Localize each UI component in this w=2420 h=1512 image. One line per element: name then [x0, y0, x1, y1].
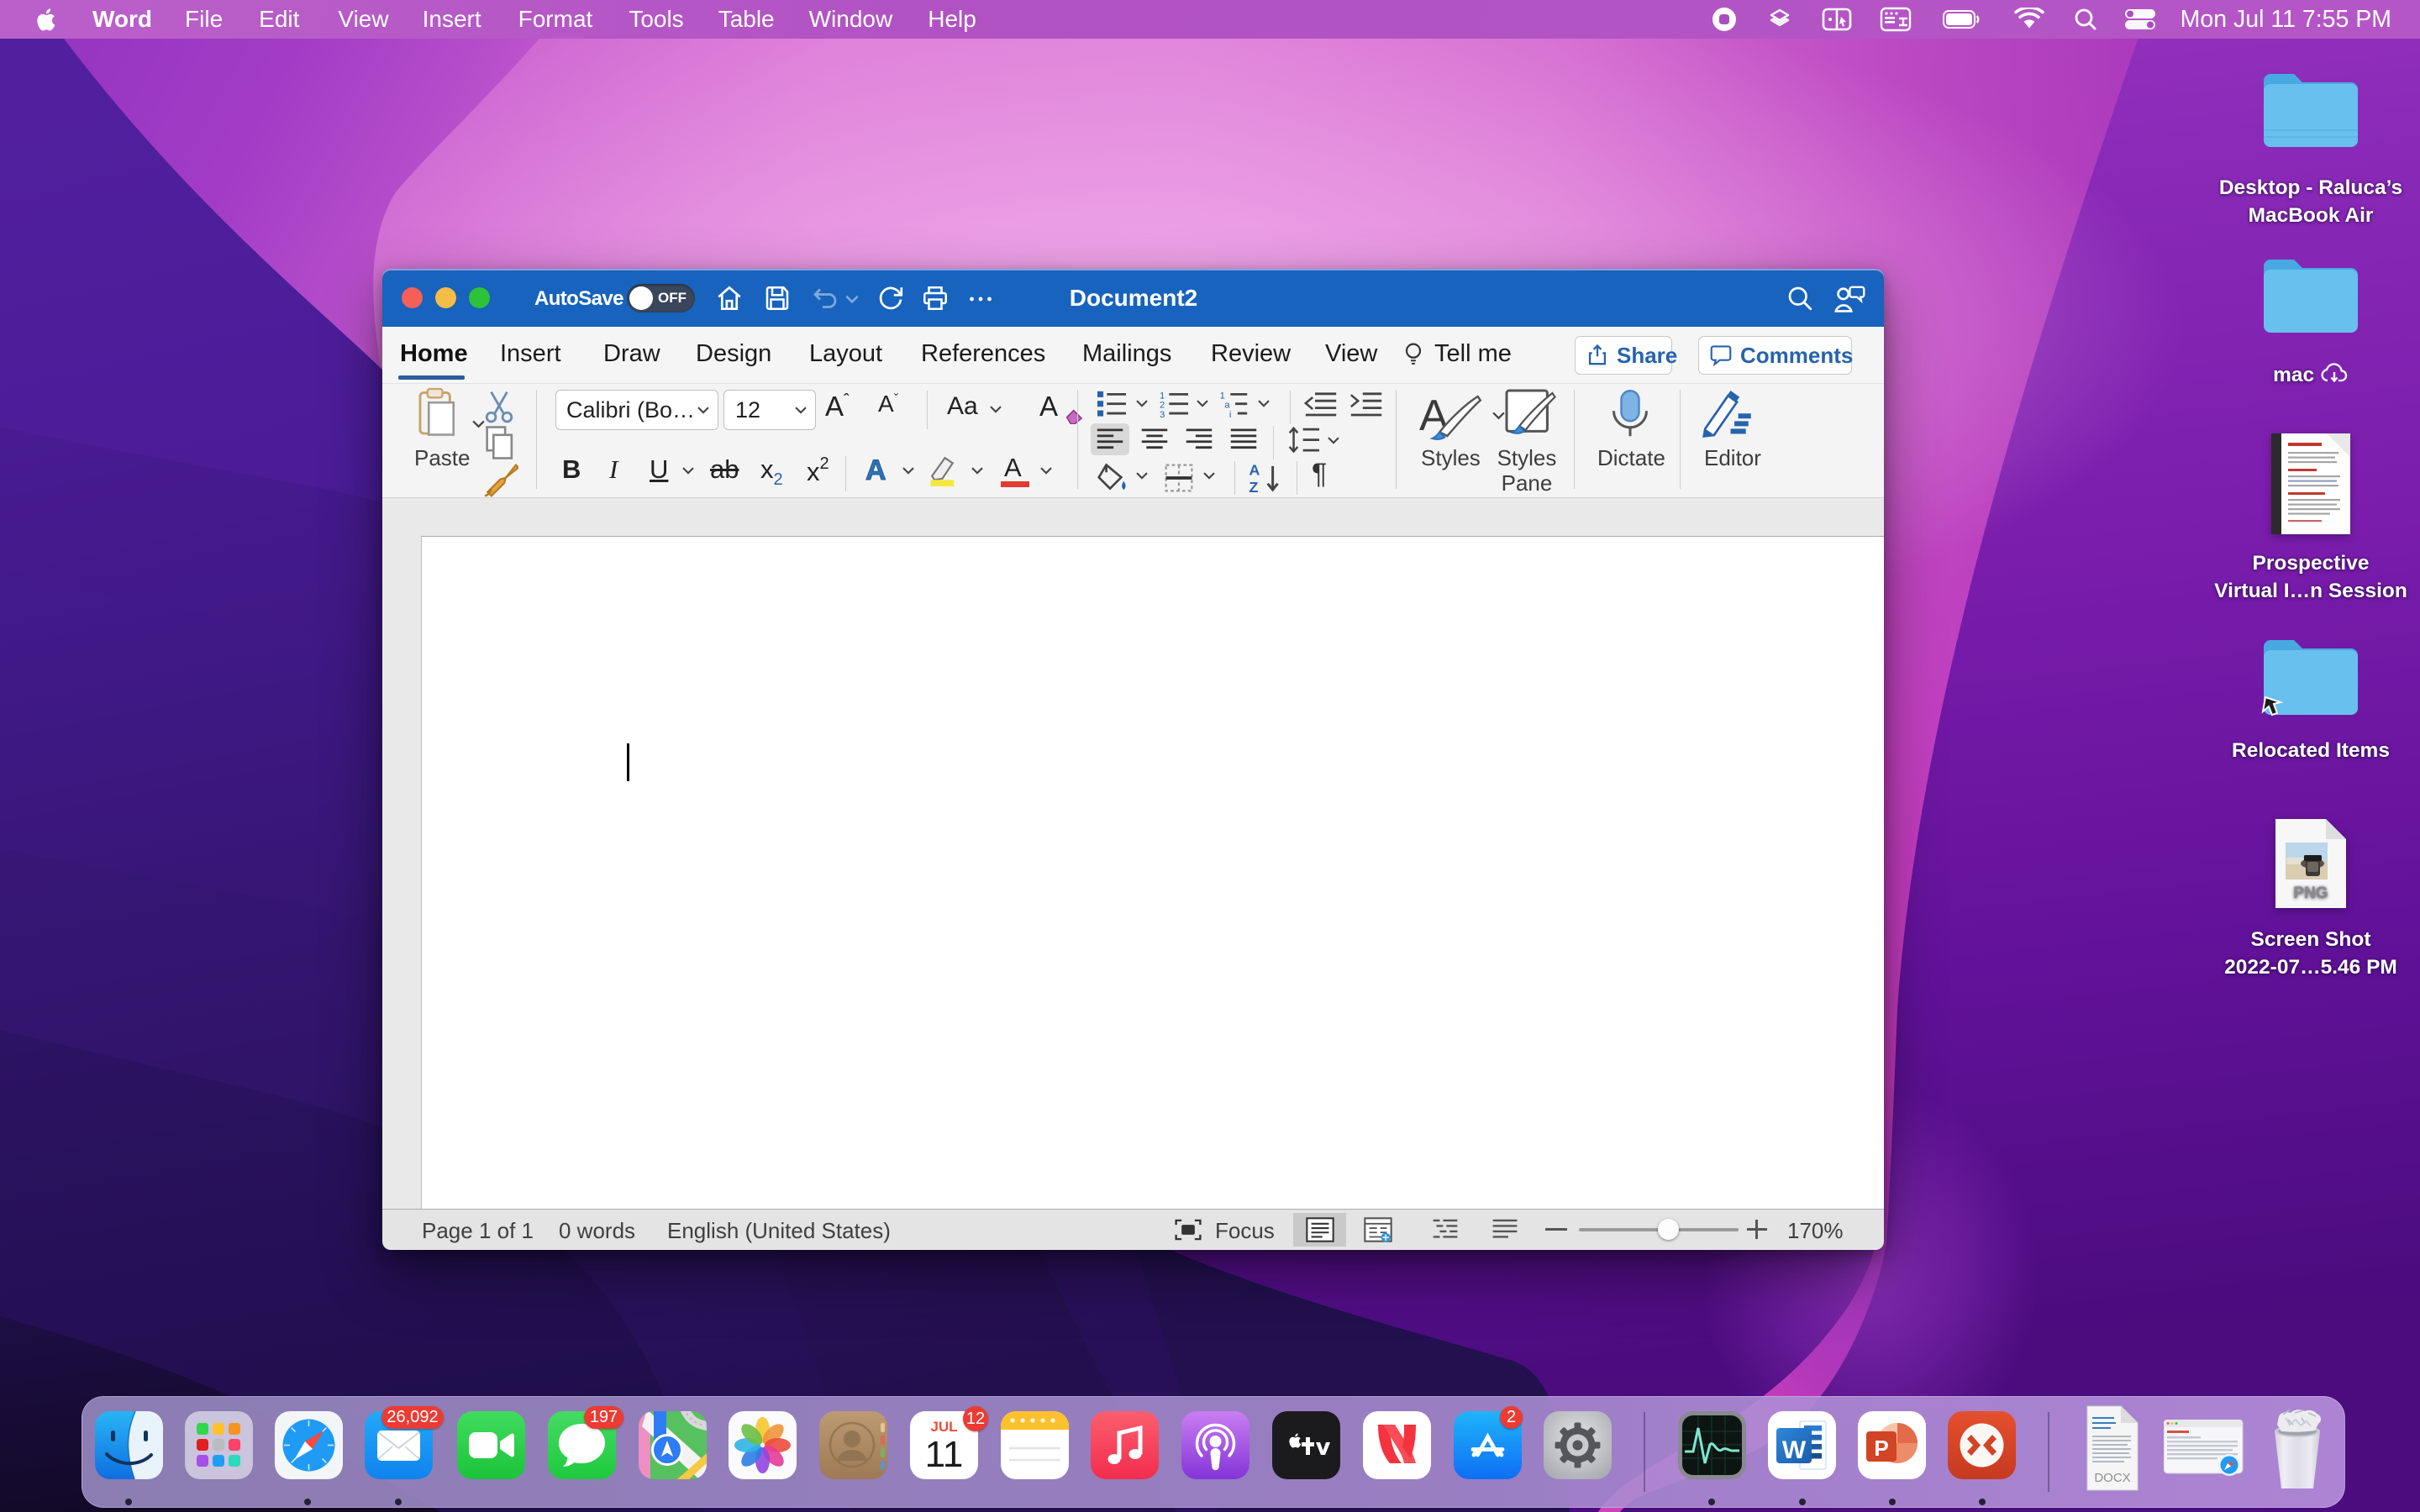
svg-text:a: a [1224, 401, 1230, 411]
svg-text:11: 11 [925, 1434, 964, 1475]
svg-text:JUL: JUL [930, 1419, 957, 1435]
svg-text:A: A [1249, 461, 1260, 478]
svg-text:W: W [1782, 1436, 1807, 1464]
svg-text:PNG: PNG [2293, 885, 2328, 902]
svg-text:2: 2 [1160, 401, 1165, 411]
svg-text:DOCX: DOCX [2094, 1471, 2130, 1485]
svg-text:1: 1 [1160, 391, 1165, 401]
svg-text:1: 1 [1220, 391, 1225, 401]
svg-text:P: P [1874, 1436, 1888, 1461]
svg-text:3: 3 [1160, 410, 1165, 417]
svg-text:Z: Z [1249, 479, 1258, 495]
svg-text:i: i [1229, 410, 1232, 417]
